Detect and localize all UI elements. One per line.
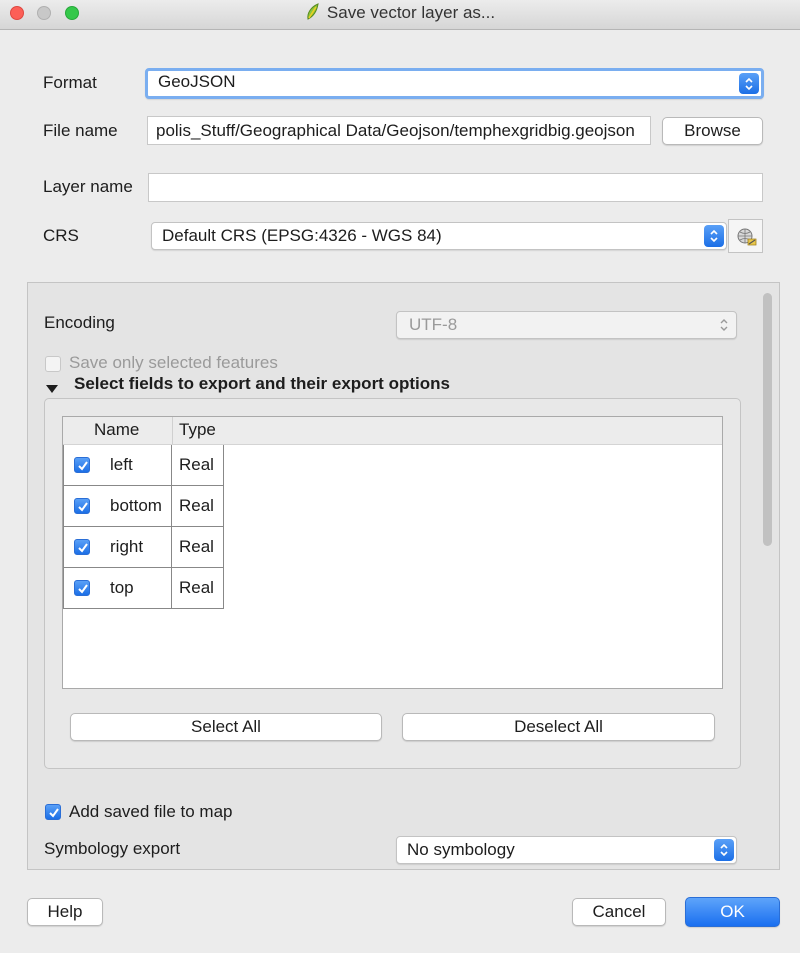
field-type: Real bbox=[179, 455, 214, 474]
table-row[interactable]: left Real bbox=[63, 445, 224, 486]
globe-icon bbox=[737, 228, 757, 246]
field-type: Real bbox=[179, 537, 214, 556]
checkmark-icon bbox=[49, 808, 59, 818]
browse-button[interactable]: Browse bbox=[662, 117, 763, 145]
field-checkbox[interactable] bbox=[74, 498, 90, 514]
field-name-cell[interactable]: bottom bbox=[63, 486, 172, 527]
save-selected-label: Save only selected features bbox=[69, 353, 278, 372]
checkmark-icon bbox=[78, 543, 88, 553]
field-type-cell[interactable]: Real bbox=[172, 527, 224, 568]
cancel-button[interactable]: Cancel bbox=[572, 898, 666, 926]
add-to-map-label: Add saved file to map bbox=[69, 802, 233, 821]
deselect-all-button[interactable]: Deselect All bbox=[402, 713, 715, 741]
field-checkbox[interactable] bbox=[74, 580, 90, 596]
format-select[interactable]: GeoJSON bbox=[145, 68, 764, 99]
layername-input[interactable] bbox=[148, 173, 763, 202]
checkmark-icon bbox=[78, 502, 88, 512]
window-title: Save vector layer as... bbox=[326, 3, 496, 22]
crs-selector-button[interactable] bbox=[728, 219, 763, 253]
filename-input[interactable]: polis_Stuff/Geographical Data/Geojson/te… bbox=[147, 116, 651, 145]
title-bar: Save vector layer as... bbox=[0, 0, 800, 30]
checkmark-icon bbox=[78, 584, 88, 594]
encoding-label: Encoding bbox=[44, 313, 115, 332]
field-type: Real bbox=[179, 578, 214, 597]
field-type-cell[interactable]: Real bbox=[172, 445, 224, 486]
field-name-cell[interactable]: right bbox=[63, 527, 172, 568]
ok-button[interactable]: OK bbox=[685, 897, 780, 927]
help-button[interactable]: Help bbox=[27, 898, 103, 926]
crs-value: Default CRS (EPSG:4326 - WGS 84) bbox=[162, 226, 442, 245]
updown-icon bbox=[704, 225, 724, 247]
table-row[interactable]: right Real bbox=[63, 527, 224, 568]
updown-icon bbox=[714, 839, 734, 861]
filename-label: File name bbox=[43, 121, 118, 140]
header-divider bbox=[172, 417, 173, 444]
select-all-button[interactable]: Select All bbox=[70, 713, 382, 741]
fields-section-title: Select fields to export and their export… bbox=[74, 374, 450, 393]
column-header-type[interactable]: Type bbox=[179, 420, 216, 440]
fields-table: Name Type left Real bottom Real right Real top… bbox=[62, 416, 723, 689]
field-type-cell[interactable]: Real bbox=[172, 568, 224, 609]
symbology-label: Symbology export bbox=[44, 839, 181, 858]
encoding-value: UTF-8 bbox=[409, 315, 458, 334]
table-header: Name Type bbox=[63, 417, 722, 445]
crs-select[interactable]: Default CRS (EPSG:4326 - WGS 84) bbox=[151, 222, 727, 250]
checkmark-icon bbox=[78, 461, 88, 471]
filename-value: polis_Stuff/Geographical Data/Geojson/te… bbox=[156, 121, 635, 140]
updown-icon bbox=[739, 73, 759, 94]
add-to-map-checkbox[interactable] bbox=[45, 804, 61, 820]
field-name-cell[interactable]: top bbox=[63, 568, 172, 609]
field-checkbox[interactable] bbox=[74, 457, 90, 473]
encoding-select[interactable]: UTF-8 bbox=[396, 311, 737, 339]
updown-icon bbox=[714, 314, 734, 336]
field-name: right bbox=[110, 537, 144, 556]
window-title-wrap: Save vector layer as... bbox=[0, 3, 800, 23]
format-label: Format bbox=[43, 73, 97, 92]
layername-label: Layer name bbox=[43, 177, 133, 196]
field-name: top bbox=[110, 578, 134, 597]
symbology-value: No symbology bbox=[407, 840, 515, 859]
collapse-triangle-icon[interactable] bbox=[46, 379, 58, 399]
column-header-name[interactable]: Name bbox=[94, 420, 139, 440]
field-name-cell[interactable]: left bbox=[63, 445, 172, 486]
symbology-select[interactable]: No symbology bbox=[396, 836, 737, 864]
field-type: Real bbox=[179, 496, 214, 515]
field-checkbox[interactable] bbox=[74, 539, 90, 555]
crs-label: CRS bbox=[43, 226, 79, 245]
table-row[interactable]: top Real bbox=[63, 568, 224, 609]
qgis-logo-icon bbox=[307, 3, 319, 20]
field-type-cell[interactable]: Real bbox=[172, 486, 224, 527]
field-name: left bbox=[110, 455, 133, 474]
format-value: GeoJSON bbox=[158, 72, 236, 91]
save-selected-checkbox[interactable] bbox=[45, 356, 61, 372]
scrollbar-thumb[interactable] bbox=[763, 293, 772, 546]
table-row[interactable]: bottom Real bbox=[63, 486, 224, 527]
field-name: bottom bbox=[110, 496, 162, 515]
